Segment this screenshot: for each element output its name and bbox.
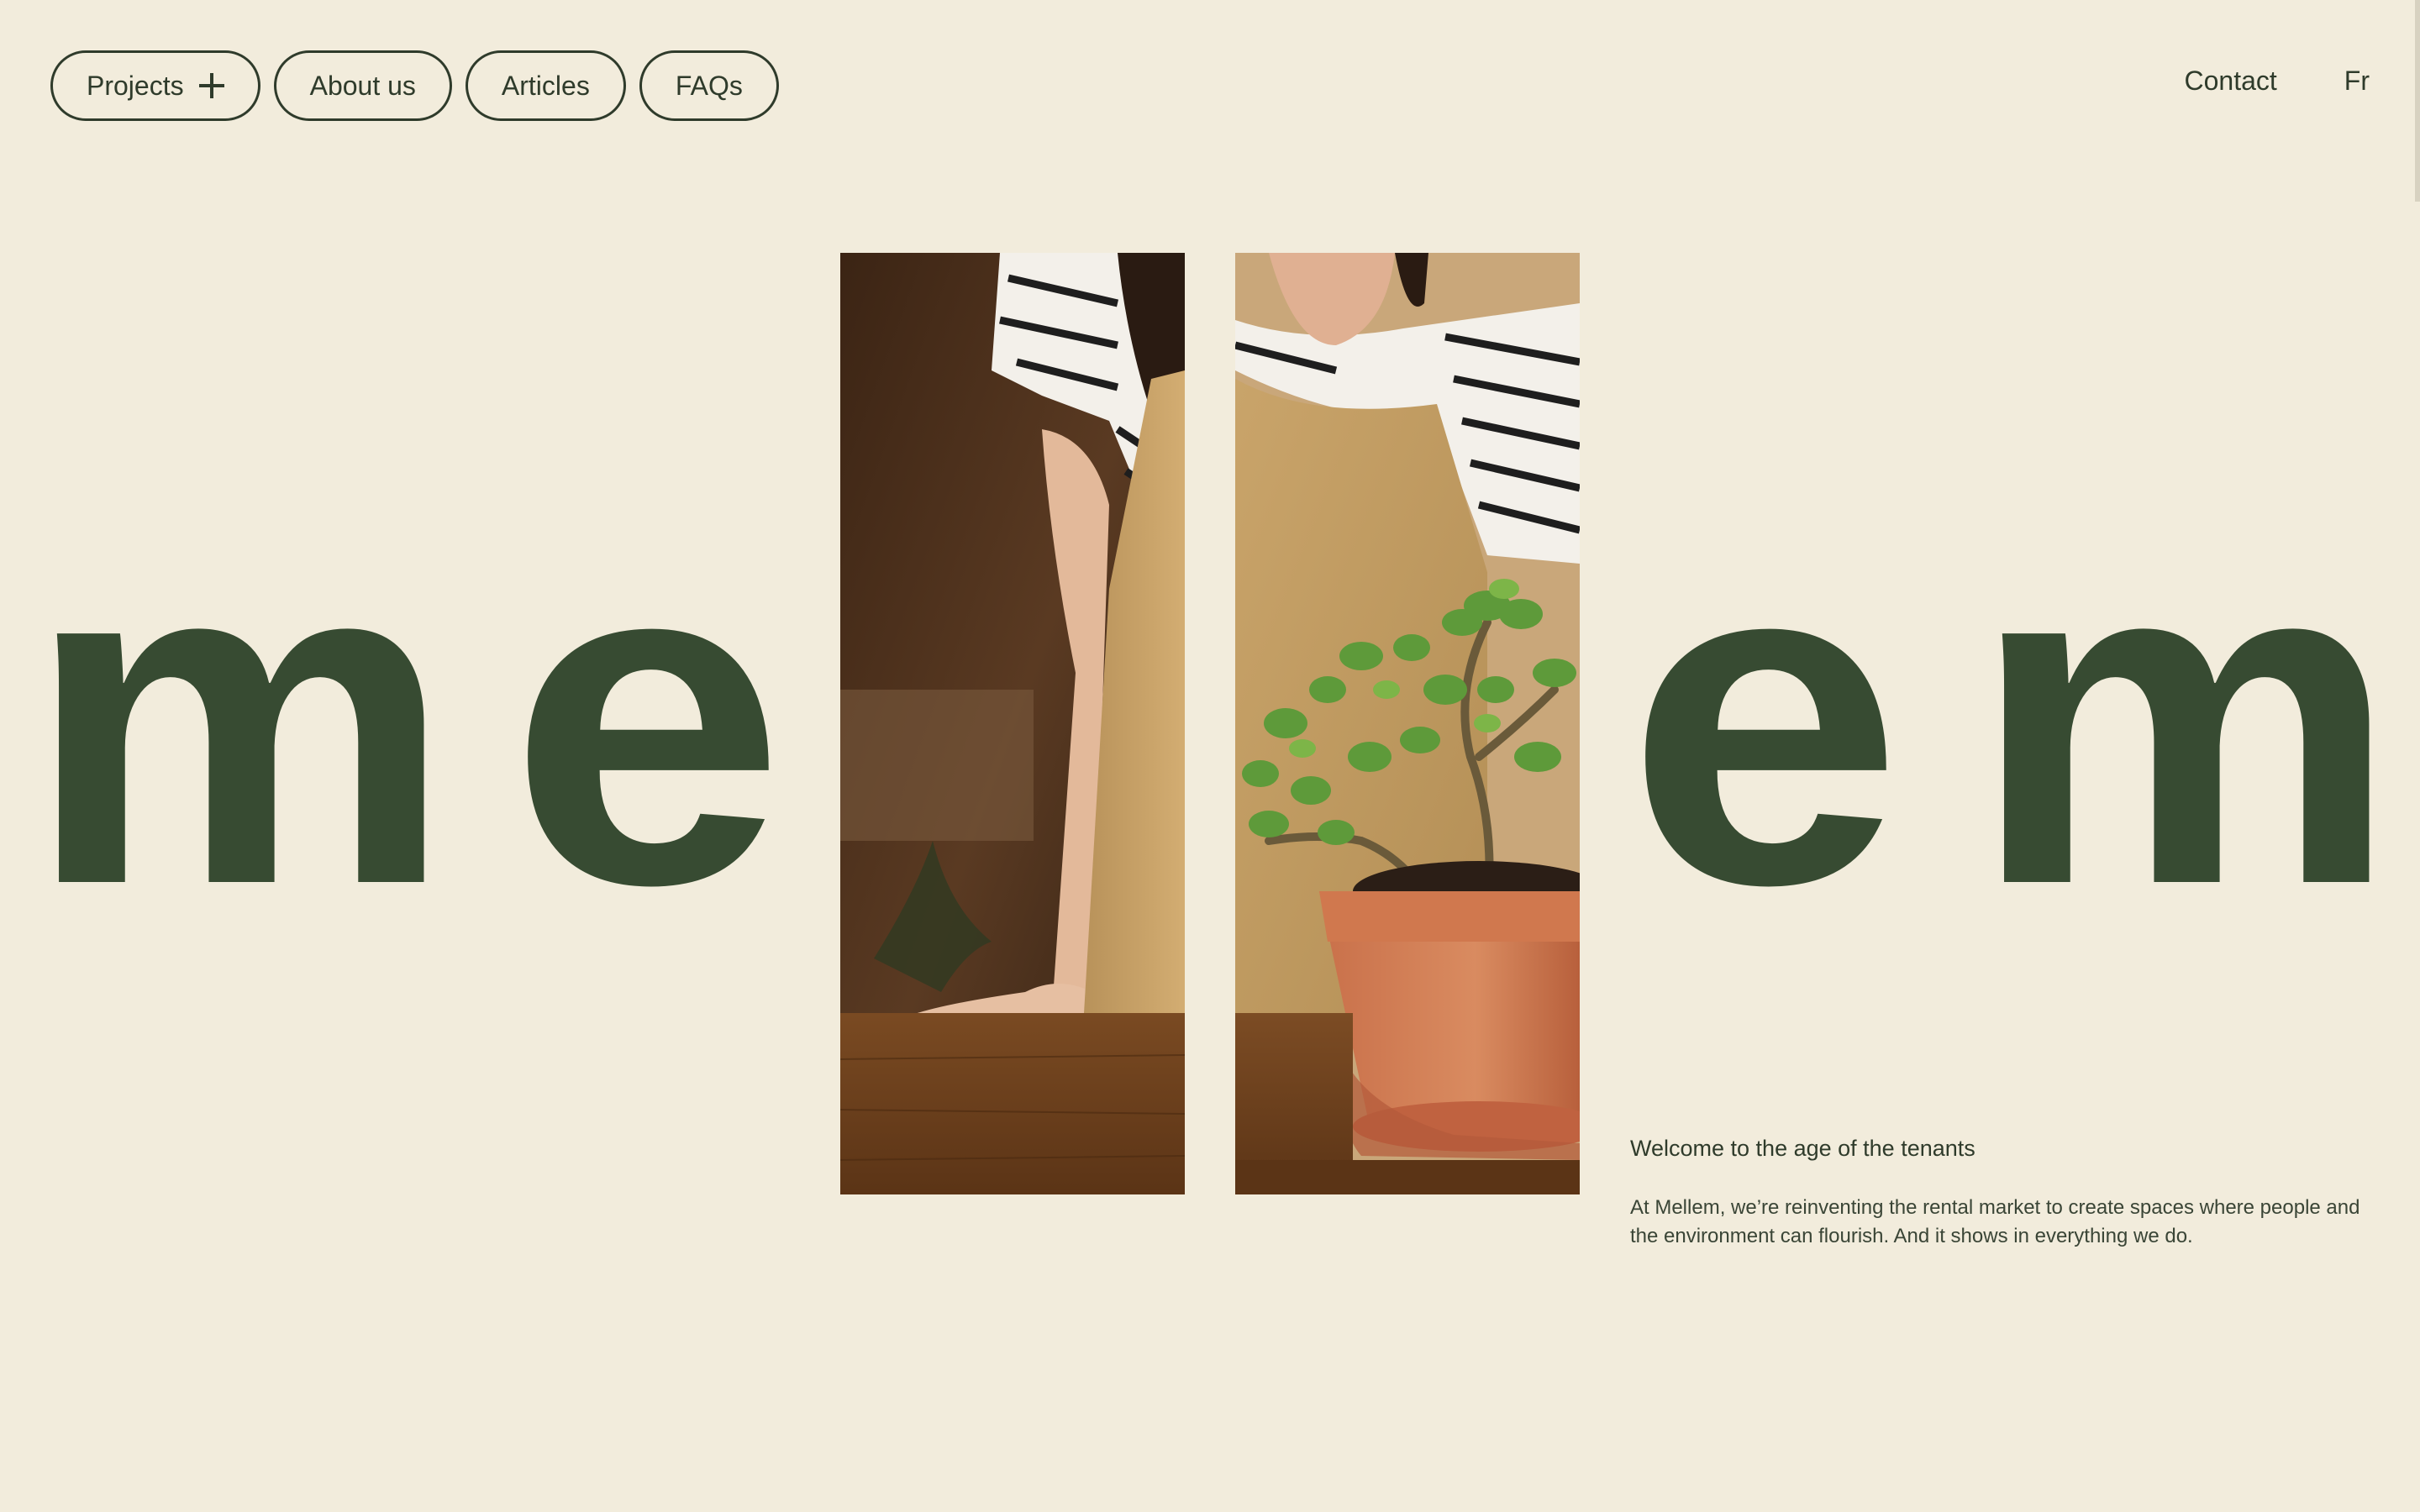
intro-body: At Mellem, we’re reinventing the rental … [1630, 1196, 2360, 1247]
hero-photo-right [1235, 253, 1580, 1194]
hero-letter-m-left: m [25, 456, 454, 982]
hero-photo-left [840, 253, 1185, 1194]
plus-icon [198, 73, 224, 98]
intro-heading: Welcome to the age of the tenants [1630, 1136, 1975, 1161]
hero-letter-m-right: m [1970, 456, 2399, 982]
hero-letter-e-right: e [1626, 456, 1903, 982]
secondary-nav: Contact Fr [2185, 66, 2370, 97]
intro-section: Welcome to the age of the tenants At Mel… [1630, 1136, 2370, 1251]
hero-letter-e-left: e [508, 456, 786, 982]
page: Projects About us Articles FAQs Contact … [0, 0, 2420, 1512]
about-us-label: About us [309, 70, 416, 101]
faqs-button[interactable]: FAQs [639, 50, 779, 121]
contact-link[interactable]: Contact [2185, 66, 2277, 97]
hero-wordmark: m e e m [25, 456, 2399, 982]
main-nav: Projects About us Articles FAQs [50, 50, 779, 121]
articles-label: Articles [501, 70, 590, 101]
about-us-button[interactable]: About us [273, 50, 452, 121]
projects-button[interactable]: Projects [50, 50, 260, 121]
projects-label: Projects [87, 70, 184, 101]
articles-button[interactable]: Articles [465, 50, 626, 121]
language-toggle[interactable]: Fr [2344, 66, 2370, 97]
faqs-label: FAQs [675, 70, 743, 101]
scrollbar[interactable] [2415, 0, 2420, 202]
